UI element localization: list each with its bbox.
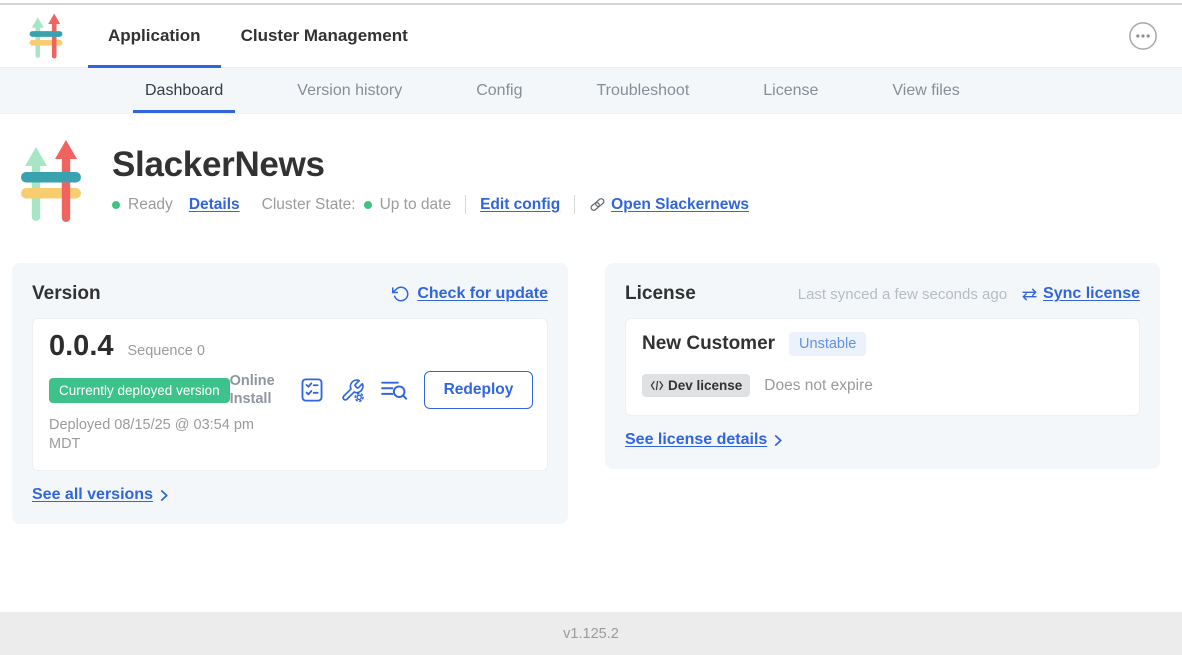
deployed-timestamp: Deployed 08/15/25 @ 03:54 pm MDT: [49, 416, 287, 460]
tab-config[interactable]: Config: [464, 68, 534, 113]
version-number: 0.0.4: [49, 332, 114, 361]
page-title: SlackerNews: [112, 145, 749, 185]
dashboard-cards: Version Check for update 0.0.4 Sequence …: [0, 263, 1182, 524]
tab-view-files[interactable]: View files: [880, 68, 971, 113]
channel-badge: Unstable: [789, 332, 866, 356]
hashtag-arrows-logo-icon: [28, 13, 64, 59]
secondary-nav: Dashboard Version history Config Trouble…: [0, 68, 1182, 114]
status-details-link[interactable]: Details: [189, 196, 240, 214]
tab-cluster-management[interactable]: Cluster Management: [221, 5, 428, 67]
customer-name: New Customer: [642, 333, 775, 355]
tab-troubleshoot[interactable]: Troubleshoot: [584, 68, 701, 113]
hashtag-arrows-logo-icon: [20, 139, 82, 223]
status-separator: [465, 195, 466, 214]
edit-config-link[interactable]: Edit config: [480, 196, 560, 214]
code-brackets-icon: [650, 380, 664, 391]
tab-view-files-label: View files: [892, 82, 959, 100]
tab-config-label: Config: [476, 82, 522, 100]
license-type-badge-label: Dev license: [668, 378, 742, 393]
chain-link-icon: [589, 196, 606, 213]
app-status-text: Ready: [128, 196, 173, 214]
chevron-right-icon: [160, 489, 169, 502]
preflight-checks-button[interactable]: [299, 377, 325, 403]
console-version: v1.125.2: [563, 626, 619, 642]
app-hero-text: SlackerNews Ready Details Cluster State:…: [112, 139, 749, 223]
redeploy-button[interactable]: Redeploy: [424, 371, 534, 409]
see-license-details-link[interactable]: See license details: [625, 431, 783, 449]
sync-license-label: Sync license: [1043, 285, 1140, 303]
checklist-icon: [299, 377, 325, 403]
status-separator: [574, 195, 575, 214]
tab-license-label: License: [763, 82, 818, 100]
lines-magnifier-icon: [380, 378, 408, 402]
see-all-versions-link[interactable]: See all versions: [32, 486, 169, 504]
app-status-dot: [112, 201, 120, 209]
license-card: License Last synced a few seconds ago Sy…: [605, 263, 1160, 469]
tab-version-history[interactable]: Version history: [285, 68, 414, 113]
check-for-update-label: Check for update: [417, 285, 548, 303]
overflow-menu-button[interactable]: [1128, 21, 1158, 51]
customer-row: New Customer Unstable: [642, 332, 1123, 356]
version-actions: Online Install: [230, 371, 534, 409]
main-content: SlackerNews Ready Details Cluster State:…: [0, 114, 1182, 612]
tab-license[interactable]: License: [751, 68, 830, 113]
version-card-title: Version: [32, 283, 101, 305]
license-card-header: License Last synced a few seconds ago Sy…: [625, 283, 1140, 305]
version-sequence: Sequence 0: [128, 343, 205, 359]
license-type-badge: Dev license: [642, 374, 750, 397]
license-expiration: Does not expire: [764, 377, 873, 395]
tab-application-label: Application: [108, 26, 201, 46]
cluster-state-dot: [364, 201, 372, 209]
app-logo-icon: [28, 13, 64, 59]
open-app-link[interactable]: Open Slackernews: [589, 196, 749, 214]
license-panel: New Customer Unstable Dev license Does n…: [625, 318, 1140, 416]
install-type-label: Online Install: [230, 372, 284, 408]
version-card-header: Version Check for update: [32, 283, 548, 305]
sync-license-link[interactable]: Sync license: [1021, 285, 1140, 303]
tab-dashboard[interactable]: Dashboard: [133, 68, 235, 113]
tab-version-history-label: Version history: [297, 82, 402, 100]
current-version-panel: 0.0.4 Sequence 0 Currently deployed vers…: [32, 318, 548, 471]
deploy-logs-button[interactable]: [380, 378, 408, 402]
tab-dashboard-label: Dashboard: [145, 82, 223, 100]
sync-arrows-icon: [1021, 287, 1038, 302]
see-all-versions-label: See all versions: [32, 486, 153, 504]
app-logo-large: [20, 139, 82, 223]
deployed-status-badge: Currently deployed version: [49, 378, 230, 403]
cluster-state-label: Cluster State:: [262, 196, 356, 214]
ellipsis-icon: [1128, 21, 1158, 51]
primary-nav: Application Cluster Management: [88, 5, 428, 67]
open-app-link-label: Open Slackernews: [611, 196, 749, 214]
app-hero: SlackerNews Ready Details Cluster State:…: [0, 114, 1182, 223]
main-header: Application Cluster Management: [0, 5, 1182, 68]
license-type-row: Dev license Does not expire: [642, 374, 1123, 405]
cluster-state-value: Up to date: [380, 196, 452, 214]
version-number-row: 0.0.4 Sequence 0: [49, 332, 531, 361]
app-status-row: Ready Details Cluster State: Up to date …: [112, 195, 749, 214]
tab-cluster-management-label: Cluster Management: [241, 26, 408, 46]
version-actions-row: Currently deployed version Online Instal…: [49, 370, 531, 410]
refresh-icon: [392, 285, 410, 303]
tab-application[interactable]: Application: [88, 5, 221, 67]
chevron-right-icon: [774, 434, 783, 447]
license-card-header-right: Last synced a few seconds ago Sync licen…: [798, 285, 1140, 303]
console-footer: v1.125.2: [0, 612, 1182, 655]
version-card: Version Check for update 0.0.4 Sequence …: [12, 263, 568, 524]
wrench-gear-icon: [340, 378, 365, 403]
license-card-title: License: [625, 283, 696, 305]
view-config-button[interactable]: [340, 378, 365, 403]
check-for-update-link[interactable]: Check for update: [392, 285, 548, 303]
see-license-details-label: See license details: [625, 431, 767, 449]
last-synced-text: Last synced a few seconds ago: [798, 286, 1007, 303]
tab-troubleshoot-label: Troubleshoot: [596, 82, 689, 100]
